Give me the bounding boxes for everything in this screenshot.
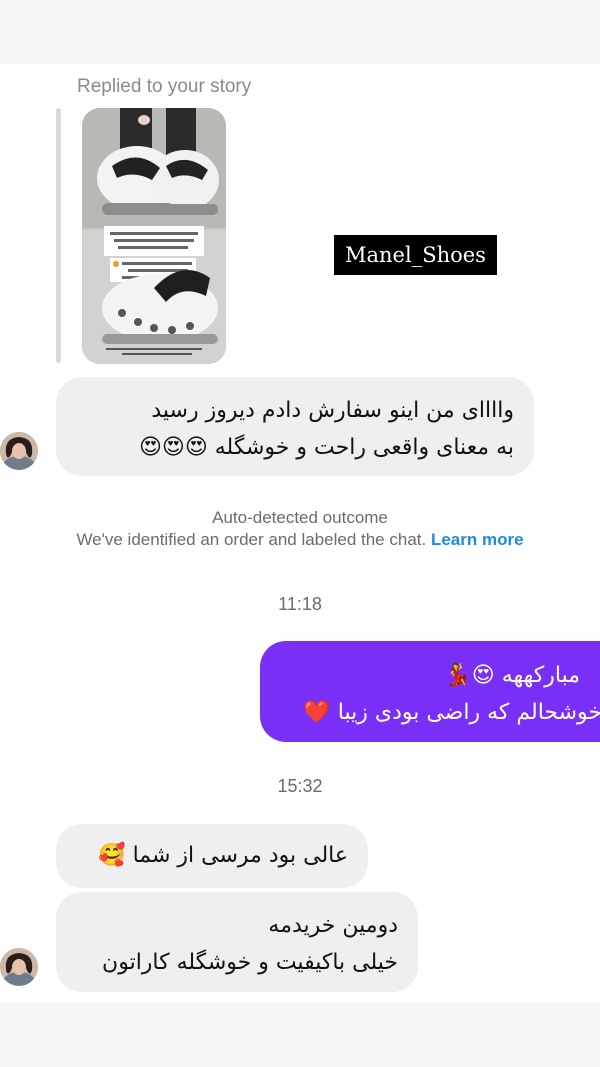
message-text-line: عالی بود مرسی از شما 🥰 <box>98 843 348 868</box>
timestamp: 15:32 <box>277 776 323 796</box>
shop-tag[interactable]: Manel_Shoes <box>334 235 497 275</box>
message-text-line: مبارکههه 😍💃 <box>444 663 580 688</box>
message-text-line: واااای من اینو سفارش دادم دیروز رسید <box>151 398 514 423</box>
top-bar <box>0 0 600 64</box>
message-bubble-incoming[interactable]: واااای من اینو سفارش دادم دیروز رسید به … <box>56 377 534 476</box>
message-bubble-incoming[interactable]: دومین خریدمه خیلی باکیفیت و خوشگله کارات… <box>56 892 418 992</box>
message-bubble-incoming[interactable]: عالی بود مرسی از شما 🥰 <box>56 824 368 888</box>
story-quote-line <box>56 108 61 363</box>
auto-detected-outcome-title: Auto-detected outcome <box>212 508 388 527</box>
story-reply-caption: Replied to your story <box>77 76 252 97</box>
message-text-line: به معنای واقعی راحت و خوشگله 😍😍😍 <box>138 435 514 460</box>
bottom-bar <box>0 1003 600 1067</box>
avatar[interactable] <box>0 432 38 470</box>
message-bubble-outgoing[interactable]: مبارکههه 😍💃 خوشحالم که راضی بودی زیبا ❤️ <box>260 641 600 742</box>
profile-photo <box>0 948 38 986</box>
message-text-line: دومین خریدمه <box>268 913 398 938</box>
story-thumbnail[interactable] <box>82 108 226 364</box>
message-text-line: خوشحالم که راضی بودی زیبا ❤️ <box>303 700 600 725</box>
profile-photo <box>0 432 38 470</box>
avatar[interactable] <box>0 948 38 986</box>
learn-more-link[interactable]: Learn more <box>431 530 524 549</box>
notice-body-text: We've identified an order and labeled th… <box>76 530 427 549</box>
message-text-line: خیلی باکیفیت و خوشگله کاراتون <box>102 950 398 975</box>
timestamp: 11:18 <box>278 594 322 614</box>
story-image-shoes <box>82 108 226 364</box>
auto-detected-outcome-notice: We've identified an order and labeled th… <box>0 530 600 550</box>
